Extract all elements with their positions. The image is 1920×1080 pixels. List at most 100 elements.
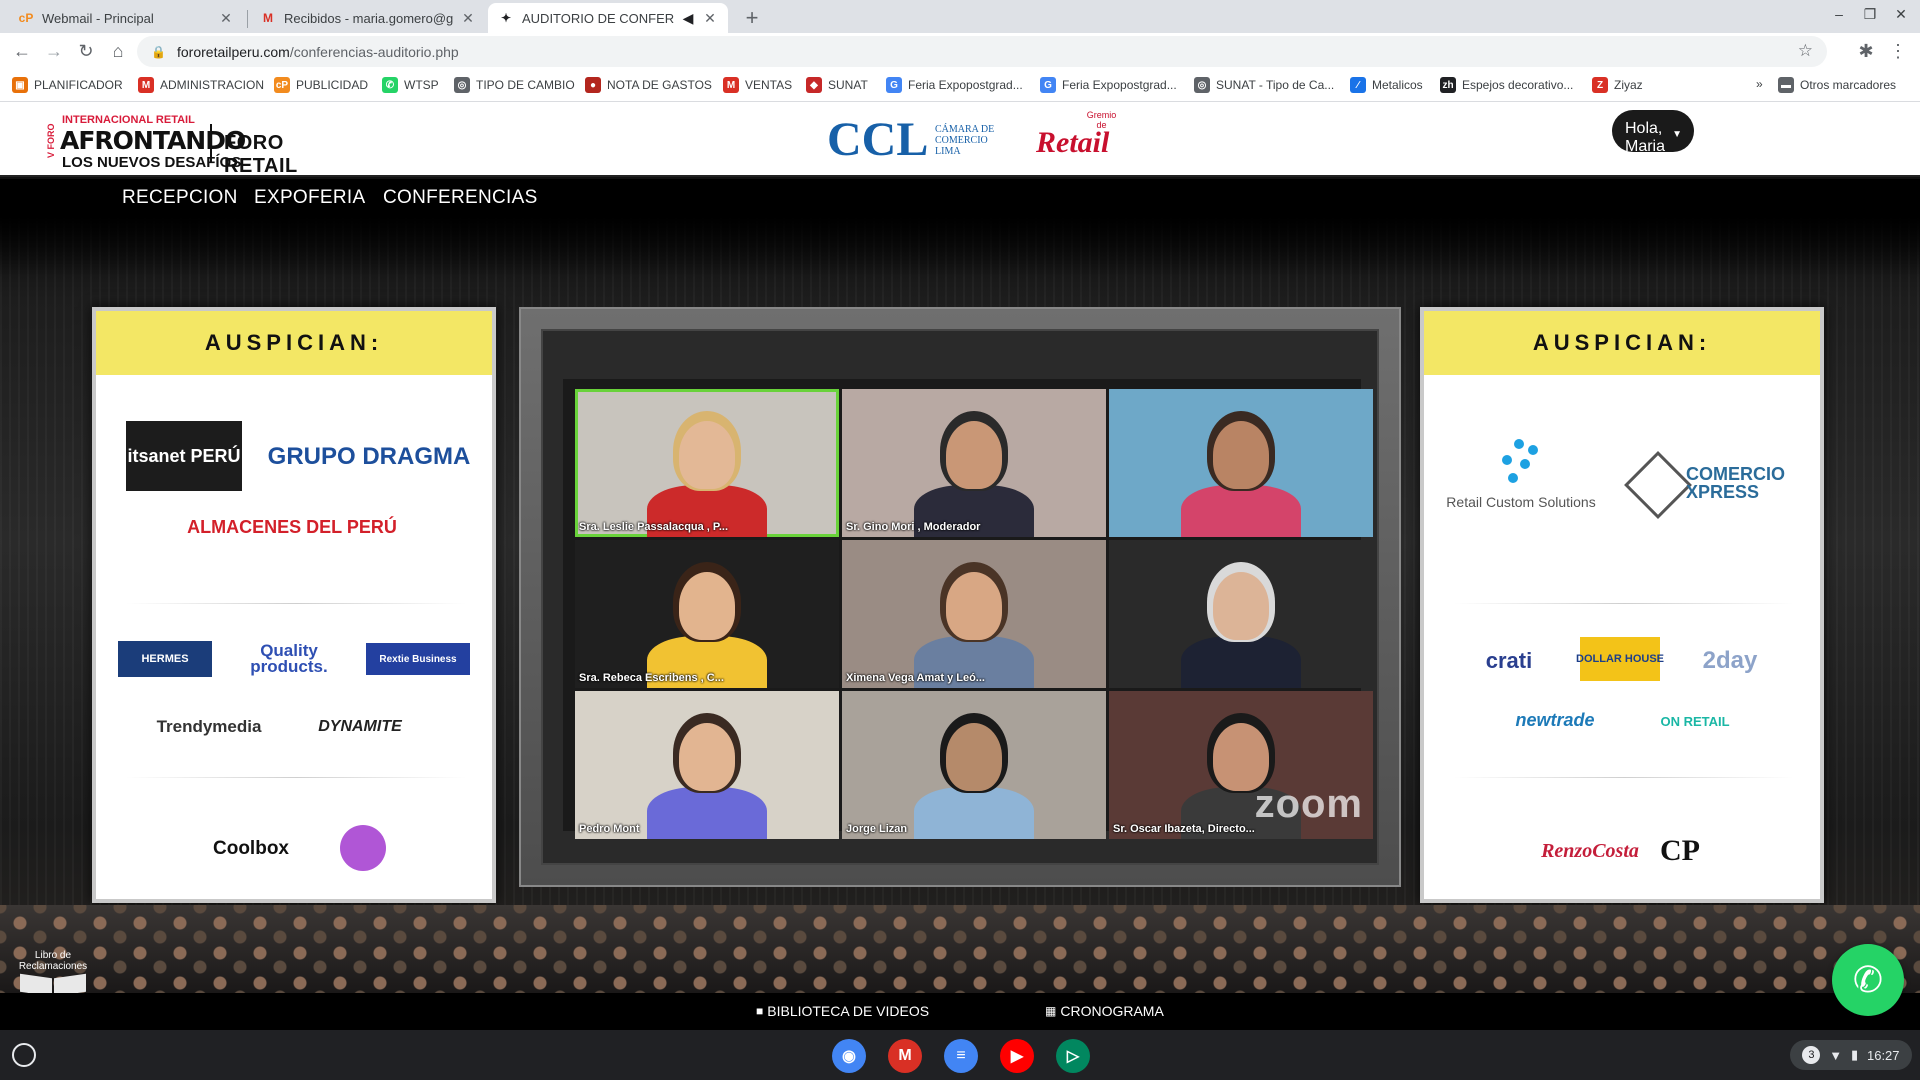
bookmark-item[interactable]: Z Ziyaz	[1592, 77, 1643, 93]
play-store-icon[interactable]: ▷	[1056, 1039, 1090, 1073]
video-tile[interactable]	[1109, 540, 1373, 688]
tab-title: Recibidos - maria.gomero@grupo	[284, 10, 454, 26]
nav-expoferia[interactable]: EXPOFERIA	[254, 187, 365, 209]
bookmark-item[interactable]: M ADMINISTRACION	[138, 77, 264, 93]
launcher-icon[interactable]	[12, 1043, 36, 1067]
status-tray[interactable]: 3 ▼ ▮ 16:27	[1790, 1040, 1912, 1070]
nav-recepcion[interactable]: RECEPCION	[122, 187, 238, 209]
video-tile[interactable]: Sra. Leslie Passalacqua , P...	[575, 389, 839, 537]
gremio-main: Retail	[1036, 126, 1110, 159]
sponsor-logo[interactable]: Retail Custom Solutions	[1446, 491, 1596, 513]
bookmark-item[interactable]: ◆ SUNAT	[806, 77, 868, 93]
bookmark-item[interactable]: cP PUBLICIDAD	[274, 77, 368, 93]
sponsor-logo[interactable]: crati	[1464, 641, 1554, 681]
ziyaz-icon: Z	[1592, 77, 1608, 93]
minimize-icon[interactable]: –	[1827, 6, 1851, 22]
brush-icon: ∕	[1350, 77, 1366, 93]
folder-icon: ▬	[1778, 77, 1794, 93]
participant-body	[914, 787, 1034, 839]
reload-icon[interactable]: ↻	[74, 39, 98, 63]
tab-divider	[247, 10, 248, 28]
sponsor-panel-left: AUSPICIAN: itsanet PERÚ GRUPO DRAGMA ALM…	[92, 307, 496, 903]
bookmark-item[interactable]: zh Espejos decorativo...	[1440, 77, 1573, 93]
bookmark-label: Espejos decorativo...	[1462, 78, 1574, 92]
sponsor-logo[interactable]: GRUPO DRAGMA	[264, 431, 474, 483]
sponsor-logo[interactable]: Coolbox	[196, 831, 306, 867]
bookmark-item[interactable]: G Feria Expopostgrad...	[1040, 77, 1177, 93]
bookmark-item[interactable]: ◎ TIPO DE CAMBIO	[454, 77, 575, 93]
sponsor-logo[interactable]: RenzoCosta	[1540, 833, 1640, 869]
docs-icon[interactable]: ≡	[944, 1039, 978, 1073]
bookmark-item[interactable]: ✆ WTSP	[382, 77, 439, 93]
close-icon[interactable]: ✕	[702, 10, 718, 27]
foro-retail-logo[interactable]: V FORO INTERNACIONAL RETAIL AFRONTANDO L…	[44, 110, 344, 177]
bookmark-item[interactable]: G Feria Expopostgrad...	[886, 77, 1023, 93]
bookmark-label: Metalicos	[1372, 78, 1423, 92]
chrome-icon[interactable]: ◉	[832, 1039, 866, 1073]
sponsor-logo[interactable]: ALMACENES DEL PERÚ	[187, 507, 397, 547]
tab-gmail[interactable]: M Recibidos - maria.gomero@grupo ✕	[250, 3, 486, 33]
bookmark-label: WTSP	[404, 78, 439, 92]
sponsor-logo[interactable]: 2day	[1680, 641, 1780, 681]
sponsor-logo[interactable]: CP	[1650, 831, 1710, 871]
url-path: /conferencias-auditorio.php	[289, 43, 459, 60]
extensions-icon[interactable]: ✱	[1854, 39, 1878, 63]
sponsor-logo[interactable]: Quality products.	[234, 637, 344, 681]
sponsor-logo[interactable]: Rextie Business	[366, 643, 470, 675]
sponsor-logo[interactable]: DYNAMITE	[300, 709, 420, 745]
sponsor-logo[interactable]: Trendymedia	[144, 709, 274, 745]
forward-icon[interactable]: →	[42, 39, 66, 63]
biblioteca-label: BIBLIOTECA DE VIDEOS	[767, 1003, 930, 1019]
tab-title: AUDITORIO DE CONFERENCIAS	[522, 10, 674, 26]
bookmark-label: Ziyaz	[1614, 78, 1643, 92]
biblioteca-videos-link[interactable]: ■ BIBLIOTECA DE VIDEOS	[756, 1003, 929, 1019]
video-tile[interactable]: Sr. Oscar Ibazeta, Directo... zoom	[1109, 691, 1373, 839]
youtube-icon[interactable]: ▶	[1000, 1039, 1034, 1073]
sponsor-logo-circle[interactable]	[340, 825, 386, 871]
sponsor-logo[interactable]: ON RETAIL	[1640, 703, 1750, 739]
google-icon: G	[1040, 77, 1056, 93]
back-icon[interactable]: ←	[10, 39, 34, 63]
close-icon[interactable]: ✕	[218, 10, 234, 27]
other-bookmarks-folder[interactable]: ▬ Otros marcadores	[1778, 77, 1896, 93]
gmail-icon[interactable]: M	[888, 1039, 922, 1073]
address-bar[interactable]: 🔒 fororetailperu.com/conferencias-audito…	[137, 36, 1827, 67]
menu-icon[interactable]: ⋮	[1886, 39, 1910, 63]
bookmark-item[interactable]: ∕ Metalicos	[1350, 77, 1423, 93]
tab-auditorio[interactable]: ✦ AUDITORIO DE CONFERENCIAS ◀ ✕	[488, 3, 728, 33]
video-tile[interactable]	[1109, 389, 1373, 537]
new-tab-button[interactable]: +	[738, 5, 766, 33]
nav-conferencias[interactable]: CONFERENCIAS	[383, 187, 538, 209]
sponsor-logo[interactable]: COMERCIO XPRESS	[1686, 461, 1816, 505]
os-shelf: 3 ▼ ▮ 16:27 ◉ M ≡ ▶ ▷	[0, 1030, 1920, 1080]
bookmark-item[interactable]: ▣ PLANIFICADOR	[12, 77, 123, 93]
video-tile[interactable]: Sra. Rebeca Escribens , C...	[575, 540, 839, 688]
zoom-gallery[interactable]: Sra. Leslie Passalacqua , P... Sr. Gino M…	[563, 379, 1373, 839]
video-tile[interactable]: Sr. Gino Mori , Moderador	[842, 389, 1106, 537]
restore-icon[interactable]: ❐	[1858, 6, 1882, 23]
bookmark-item[interactable]: M VENTAS	[723, 77, 792, 93]
sponsor-logo[interactable]: HERMES	[118, 641, 212, 677]
bookmark-item[interactable]: ◎ SUNAT - Tipo de Ca...	[1194, 77, 1334, 93]
bookmark-star-icon[interactable]: ☆	[1798, 41, 1813, 61]
bookmark-label: PUBLICIDAD	[296, 78, 369, 92]
sponsor-logo[interactable]: newtrade	[1500, 703, 1610, 737]
close-window-icon[interactable]: ✕	[1889, 6, 1913, 23]
bookmark-label: PLANIFICADOR	[34, 78, 123, 92]
cronograma-link[interactable]: ▦ CRONOGRAMA	[1045, 1003, 1164, 1019]
home-icon[interactable]: ⌂	[106, 39, 130, 63]
whatsapp-button[interactable]: ✆	[1832, 944, 1904, 1016]
sponsor-logo[interactable]: itsanet PERÚ	[126, 421, 242, 491]
audio-icon[interactable]: ◀	[680, 10, 696, 27]
bookmark-item[interactable]: ● NOTA DE GASTOS	[585, 77, 712, 93]
divider	[126, 777, 466, 778]
tab-webmail[interactable]: cP Webmail - Principal ✕	[8, 3, 244, 33]
video-tile[interactable]: Pedro Mont	[575, 691, 839, 839]
video-tile[interactable]: Jorge Lizan	[842, 691, 1106, 839]
bookmarks-overflow-button[interactable]: »	[1756, 77, 1763, 91]
participant-name: Ximena Vega Amat y Leó...	[846, 672, 985, 684]
close-icon[interactable]: ✕	[460, 10, 476, 27]
video-tile[interactable]: Ximena Vega Amat y Leó...	[842, 540, 1106, 688]
user-menu-button[interactable]: Hola, Maria ▼	[1612, 110, 1694, 152]
sponsor-logo[interactable]: DOLLAR HOUSE	[1576, 637, 1664, 681]
